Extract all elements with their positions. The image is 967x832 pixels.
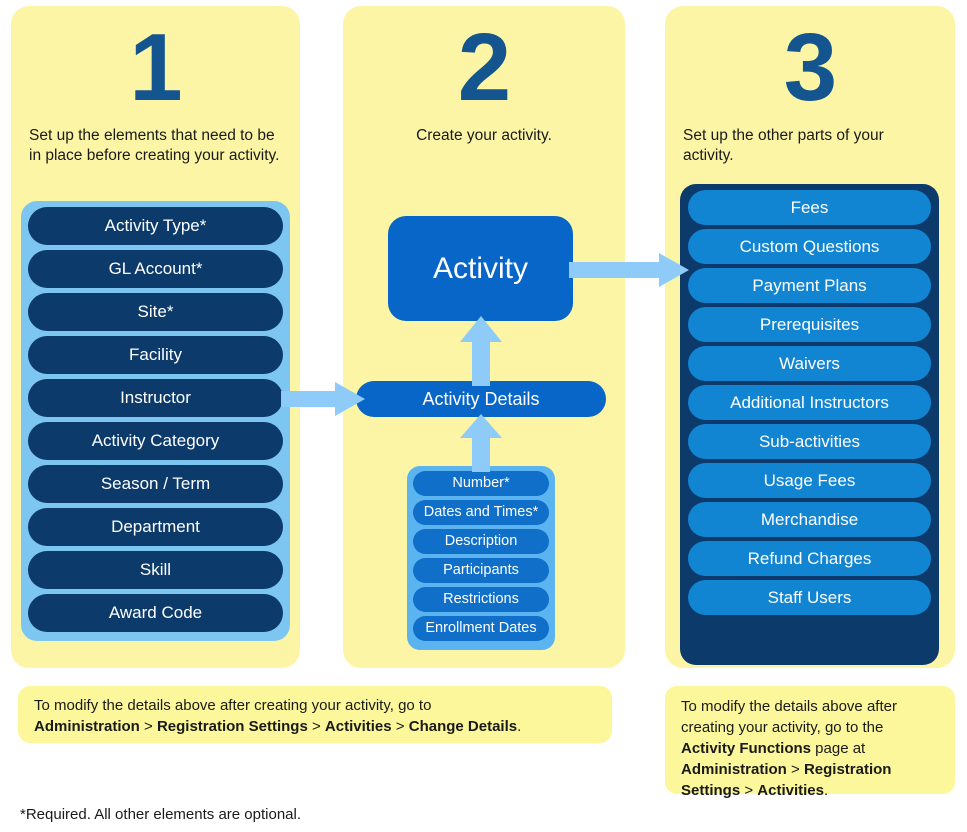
part-payment-plans[interactable]: Payment Plans xyxy=(688,268,931,303)
note-left-bold3: Activities xyxy=(324,718,392,735)
note-right-sep1: > xyxy=(786,761,804,778)
activity-details-node[interactable]: Activity Details xyxy=(356,381,606,417)
part-prerequisites[interactable]: Prerequisites xyxy=(688,307,931,342)
part-usage-fees[interactable]: Usage Fees xyxy=(688,463,931,498)
note-left-sep3: > xyxy=(391,718,409,735)
step-description-1: Set up the elements that need to be in p… xyxy=(29,127,280,164)
note-left-line1: To modify the details above after creati… xyxy=(34,697,432,714)
part-refund-charges[interactable]: Refund Charges xyxy=(688,541,931,576)
part-fees[interactable]: Fees xyxy=(688,190,931,225)
step2-details-group: Number* Dates and Times* Description Par… xyxy=(407,466,555,650)
arrow-up-icon xyxy=(460,414,502,472)
part-staff-users[interactable]: Staff Users xyxy=(688,580,931,615)
note-left-bold1: Administration xyxy=(34,718,140,735)
part-custom-questions[interactable]: Custom Questions xyxy=(688,229,931,264)
part-sub-activities[interactable]: Sub-activities xyxy=(688,424,931,459)
note-left-end: . xyxy=(517,718,522,735)
detail-participants[interactable]: Participants xyxy=(413,558,549,583)
note-right-mid1: page at xyxy=(811,740,866,757)
element-skill[interactable]: Skill xyxy=(28,551,283,589)
required-footnote: *Required. All other elements are option… xyxy=(20,806,302,823)
element-activity-category[interactable]: Activity Category xyxy=(28,422,283,460)
note-right-end: . xyxy=(824,782,829,799)
note-left-sep1: > xyxy=(139,718,157,735)
element-department[interactable]: Department xyxy=(28,508,283,546)
step-description-3: Set up the other parts of your activity. xyxy=(683,127,884,164)
note-right-bold1: Activity Functions xyxy=(681,740,812,757)
element-instructor[interactable]: Instructor xyxy=(28,379,283,417)
detail-restrictions[interactable]: Restrictions xyxy=(413,587,549,612)
arrow-right-icon xyxy=(281,382,365,416)
element-gl-account[interactable]: GL Account* xyxy=(28,250,283,288)
step-description-2: Create your activity. xyxy=(416,127,552,144)
step-number-3: 3 xyxy=(783,14,837,121)
part-additional-instructors[interactable]: Additional Instructors xyxy=(688,385,931,420)
detail-description[interactable]: Description xyxy=(413,529,549,554)
arrow-up-icon xyxy=(460,316,502,386)
element-site[interactable]: Site* xyxy=(28,293,283,331)
step-number-2: 2 xyxy=(457,14,511,121)
arrow-right-icon xyxy=(569,253,689,287)
detail-enrollment-dates[interactable]: Enrollment Dates xyxy=(413,616,549,641)
step3-parts-group: Fees Custom Questions Payment Plans Prer… xyxy=(680,184,939,665)
note-left: To modify the details above after creati… xyxy=(18,686,612,743)
note-right-bold4: Activities xyxy=(757,782,824,799)
note-left-bold2: Registration Settings xyxy=(156,718,308,735)
element-season-term[interactable]: Season / Term xyxy=(28,465,283,503)
detail-dates-and-times[interactable]: Dates and Times* xyxy=(413,500,549,525)
detail-number[interactable]: Number* xyxy=(413,471,549,496)
element-award-code[interactable]: Award Code xyxy=(28,594,283,632)
note-left-sep2: > xyxy=(307,718,325,735)
step-number-1: 1 xyxy=(129,14,182,121)
note-right-bold2: Administration xyxy=(681,761,787,778)
note-right-line1: To modify the details above after creati… xyxy=(681,698,897,736)
part-waivers[interactable]: Waivers xyxy=(688,346,931,381)
activity-node[interactable]: Activity xyxy=(388,216,573,321)
element-activity-type[interactable]: Activity Type* xyxy=(28,207,283,245)
element-facility[interactable]: Facility xyxy=(28,336,283,374)
note-right-sep2: > xyxy=(740,782,758,799)
step1-elements-group: Activity Type* GL Account* Site* Facilit… xyxy=(21,201,290,641)
part-merchandise[interactable]: Merchandise xyxy=(688,502,931,537)
note-right: To modify the details above after creati… xyxy=(665,686,955,799)
diagram-canvas: 1 Set up the elements that need to be in… xyxy=(0,0,967,832)
note-left-bold4: Change Details xyxy=(408,718,518,735)
